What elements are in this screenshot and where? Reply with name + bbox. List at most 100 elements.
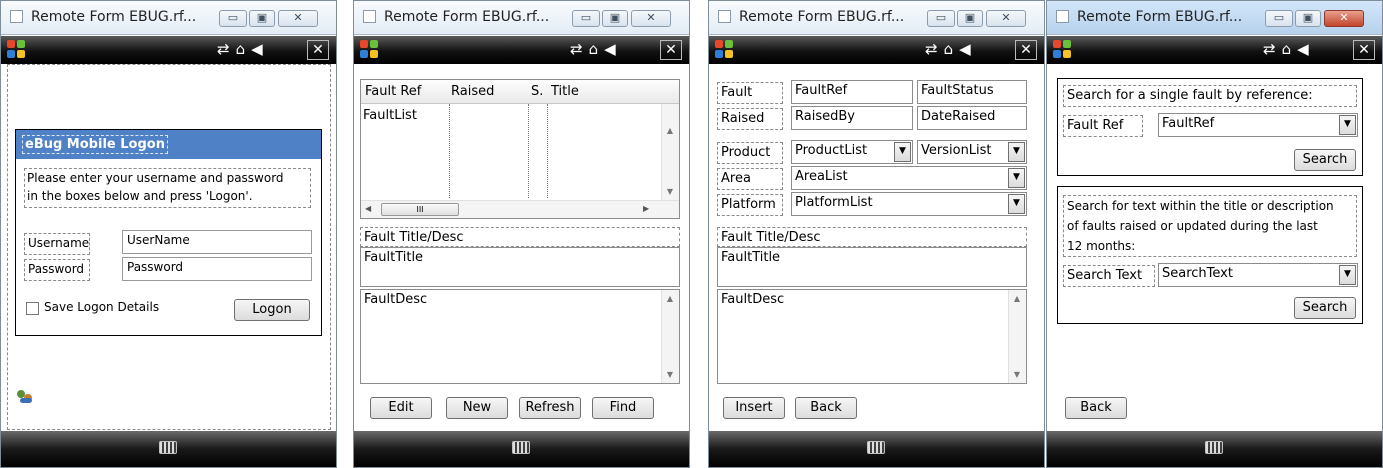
list-item[interactable]: FaultList [363, 108, 417, 123]
area-dropdown[interactable]: AreaList ▼ [791, 166, 1027, 190]
column-header[interactable]: Raised [451, 84, 494, 99]
vertical-scrollbar[interactable]: ▲ ▼ [661, 290, 679, 383]
keyboard-icon[interactable] [512, 441, 530, 454]
maximize-button[interactable]: ▣ [249, 10, 275, 27]
search-button[interactable]: Search [1294, 149, 1356, 171]
close-button[interactable]: ✕ [986, 10, 1026, 27]
refresh-button[interactable]: Refresh [519, 397, 581, 419]
search-text-value: SearchText [1162, 266, 1233, 281]
close-button[interactable]: ✕ [278, 10, 318, 27]
maximize-button[interactable]: ▣ [602, 10, 628, 27]
close-app-button[interactable]: ✕ [1015, 40, 1037, 60]
back-button[interactable]: Back [1065, 397, 1127, 419]
fault-ref-label: Fault Ref [1063, 115, 1143, 137]
search-text-dropdown[interactable]: SearchText ▼ [1158, 263, 1358, 287]
windows-flag-icon[interactable] [360, 40, 380, 60]
dropdown-arrow-icon[interactable]: ▼ [1339, 265, 1356, 285]
vertical-scrollbar[interactable]: ▲ ▼ [1008, 290, 1026, 383]
scroll-up-icon[interactable]: ▲ [1009, 294, 1025, 303]
keyboard-icon[interactable] [867, 441, 885, 454]
new-button[interactable]: New [446, 397, 508, 419]
scroll-down-icon[interactable]: ▼ [1009, 370, 1025, 379]
system-tray-icons[interactable]: ⇄⌂◀ [217, 40, 269, 58]
edit-button[interactable]: Edit [370, 397, 432, 419]
keyboard-icon[interactable] [159, 441, 177, 454]
minimize-button[interactable]: ▭ [1265, 10, 1293, 27]
title-bar[interactable]: Remote Form EBUG.rf... ▭ ▣ ✕ [354, 1, 689, 35]
column-header[interactable]: S. [531, 84, 543, 99]
windows-flag-icon[interactable] [715, 40, 735, 60]
dropdown-arrow-icon[interactable]: ▼ [1339, 115, 1356, 135]
column-header[interactable]: Fault Ref [365, 84, 421, 99]
fault-ref-dropdown[interactable]: FaultRef ▼ [1158, 113, 1358, 137]
minimize-button[interactable]: ▭ [219, 10, 247, 27]
title-bar[interactable]: Remote Form EBUG.rf... ▭ ▣ ✕ [1, 1, 336, 35]
window-title: Remote Form EBUG.rf... [1077, 9, 1243, 25]
users-icon[interactable] [17, 388, 33, 404]
maximize-button[interactable]: ▣ [957, 10, 983, 27]
text-search-panel: Search for text within the title or desc… [1057, 186, 1363, 324]
product-label: Product [717, 142, 783, 164]
save-logon-label: Save Logon Details [44, 300, 160, 314]
fault-status-field[interactable]: FaultStatus [917, 80, 1027, 104]
close-app-button[interactable]: ✕ [1353, 40, 1375, 60]
window-icon [363, 10, 376, 23]
title-bar[interactable]: Remote Form EBUG.rf... ▭ ▣ ✕ [1047, 1, 1382, 35]
close-app-button[interactable]: ✕ [307, 40, 329, 60]
column-header[interactable]: Title [551, 84, 579, 99]
logon-header-bar: eBug Mobile Logon [16, 130, 321, 159]
fault-title-field[interactable]: FaultTitle [360, 247, 680, 287]
scroll-down-icon[interactable]: ▼ [662, 370, 678, 379]
single-search-text: Search for a single fault by reference: [1063, 85, 1357, 107]
logon-button[interactable]: Logon [234, 299, 310, 321]
raised-by-field[interactable]: RaisedBy [791, 106, 913, 130]
platform-value: PlatformList [795, 195, 873, 210]
find-button[interactable]: Find [592, 397, 654, 419]
close-button[interactable]: ✕ [1324, 10, 1364, 27]
system-tray-icons[interactable]: ⇄⌂◀ [925, 40, 977, 58]
fault-desc-field[interactable]: FaultDesc ▲ ▼ [360, 289, 680, 384]
maximize-button[interactable]: ▣ [1295, 10, 1321, 27]
scroll-up-icon[interactable]: ▲ [662, 126, 678, 135]
scroll-left-icon[interactable]: ◀ [365, 204, 371, 213]
dropdown-arrow-icon[interactable]: ▼ [1008, 168, 1025, 188]
horizontal-scrollbar[interactable]: ◀ III ▶ [361, 200, 679, 218]
minimize-button[interactable]: ▭ [572, 10, 600, 27]
dropdown-arrow-icon[interactable]: ▼ [1008, 194, 1025, 214]
title-bar[interactable]: Remote Form EBUG.rf... ▭ ▣ ✕ [709, 1, 1044, 35]
date-raised-field[interactable]: DateRaised [917, 106, 1027, 130]
system-tray-icons[interactable]: ⇄⌂◀ [570, 40, 622, 58]
windows-flag-icon[interactable] [7, 40, 27, 60]
dropdown-arrow-icon[interactable]: ▼ [894, 142, 911, 162]
back-button[interactable]: Back [795, 397, 857, 419]
scroll-down-icon[interactable]: ▼ [662, 187, 678, 196]
scroll-right-icon[interactable]: ▶ [643, 204, 649, 213]
fault-ref-field[interactable]: FaultRef [791, 80, 913, 104]
close-button[interactable]: ✕ [631, 10, 671, 27]
scroll-up-icon[interactable]: ▲ [662, 294, 678, 303]
dropdown-arrow-icon[interactable]: ▼ [1008, 142, 1025, 162]
fault-desc-field[interactable]: FaultDesc ▲ ▼ [717, 289, 1027, 384]
instruction-line-2: in the boxes below and press 'Logon'. [27, 189, 253, 203]
fault-title-field[interactable]: FaultTitle [717, 247, 1027, 287]
fault-list-view[interactable]: Fault Ref Raised S. Title FaultList ▲ ▼ … [360, 79, 680, 219]
save-logon-checkbox[interactable] [26, 302, 39, 315]
version-dropdown[interactable]: VersionList ▼ [917, 140, 1027, 164]
scroll-thumb[interactable]: III [381, 203, 459, 216]
keyboard-icon[interactable] [1205, 441, 1223, 454]
insert-button[interactable]: Insert [723, 397, 785, 419]
vertical-scrollbar[interactable]: ▲ ▼ [661, 104, 679, 200]
product-dropdown[interactable]: ProductList ▼ [791, 140, 913, 164]
search-button[interactable]: Search [1294, 297, 1356, 319]
close-icon: ✕ [646, 11, 656, 24]
close-app-button[interactable]: ✕ [660, 40, 682, 60]
password-field[interactable]: Password [122, 257, 312, 281]
platform-dropdown[interactable]: PlatformList ▼ [791, 192, 1027, 216]
device-status-bar: ⇄⌂◀ ✕ [1047, 36, 1382, 64]
system-tray-icons[interactable]: ⇄⌂◀ [1263, 40, 1315, 58]
minimize-button[interactable]: ▭ [927, 10, 955, 27]
area-label: Area [717, 168, 783, 190]
username-field[interactable]: UserName [122, 230, 312, 254]
device-status-bar: ⇄⌂◀ ✕ [1, 36, 336, 64]
windows-flag-icon[interactable] [1053, 40, 1073, 60]
